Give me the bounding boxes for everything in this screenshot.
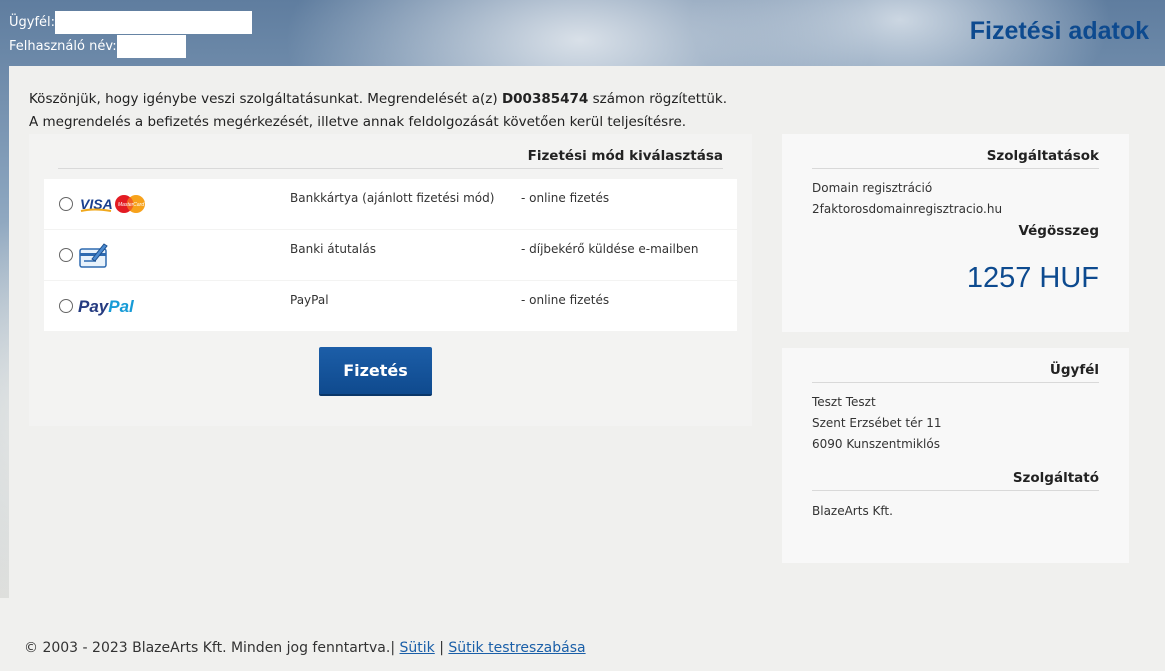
payment-option-paypal[interactable]: PayPal PayPal - online fizetés [44,281,737,331]
customer-name: Teszt Teszt [812,395,876,409]
client-value-redacted [55,10,253,34]
payment-option-card[interactable]: VISA MasterCard Bankkártya (ajánlott fiz… [44,179,737,229]
bank-transfer-method-desc: - díjbekérő küldése e-mailben [521,242,699,256]
customer-address: Szent Erzsébet tér 11 [812,416,942,430]
provider-title: Szolgáltató [812,470,1099,491]
service-domain: 2faktorosdomainregisztracio.hu [812,202,1003,216]
services-card: Szolgáltatások Domain regisztráció 2fakt… [782,134,1129,332]
main-content: Köszönjük, hogy igénybe veszi szolgáltat… [9,66,1165,598]
bank-transfer-radio[interactable] [59,248,73,262]
total-value: 1257 HUF [966,262,1099,294]
paypal-radio[interactable] [59,299,73,313]
card-method-desc: - online fizetés [521,191,610,205]
total-label: Végösszeg [1018,223,1099,239]
visa-mastercard-icon: VISA MasterCard [78,191,150,217]
paypal-method-desc: - online fizetés [521,293,610,307]
intro-line1-prefix: Köszönjük, hogy igénybe veszi szolgáltat… [29,91,502,107]
copyright-text: © 2003 - 2023 BlazeArts Kft. Minden jog … [24,640,396,656]
pay-button[interactable]: Fizetés [319,347,432,396]
client-label: Ügyfél: [9,14,56,30]
services-title: Szolgáltatások [812,148,1099,169]
bank-transfer-method-name: Banki átutalás [290,242,376,256]
payment-method-panel: Fizetési mód kiválasztása VISA MasterCar… [29,134,752,426]
payment-method-title: Fizetési mód kiválasztása [58,148,723,169]
card-radio[interactable] [59,197,73,211]
user-info: Ügyfél: Felhasználó név: [9,10,253,58]
payment-option-bank-transfer[interactable]: Banki átutalás - díjbekérő küldése e-mai… [44,230,737,280]
svg-text:PayPal: PayPal [78,297,135,316]
provider-name: BlazeArts Kft. [812,504,893,518]
customer-title: Ügyfél [812,362,1099,383]
username-label: Felhasználó név: [9,38,117,54]
cookies-link[interactable]: Sütik [400,640,435,656]
order-id: D00385474 [501,91,589,107]
page-title: Fizetési adatok [969,17,1149,45]
intro-text: Köszönjük, hogy igénybe veszi szolgáltat… [29,88,727,134]
customer-card: Ügyfél Teszt Teszt Szent Erzsébet tér 11… [782,348,1129,563]
service-item: Domain regisztráció [812,181,933,195]
paypal-method-name: PayPal [290,293,329,307]
customer-city: 6090 Kunszentmiklós [812,437,940,451]
bank-transfer-icon [78,242,110,268]
footer: © 2003 - 2023 BlazeArts Kft. Minden jog … [0,598,1165,671]
username-value-redacted [116,34,186,58]
cookie-settings-link[interactable]: Sütik testreszabása [448,640,585,656]
paypal-icon: PayPal [78,293,148,319]
card-method-name: Bankkártya (ajánlott fizetési mód) [290,191,495,205]
intro-line1-suffix: számon rögzítettük. [588,91,728,107]
svg-text:MasterCard: MasterCard [118,202,144,208]
footer-separator: | [439,640,444,656]
intro-line2: A megrendelés a befizetés megérkezését, … [29,114,687,130]
